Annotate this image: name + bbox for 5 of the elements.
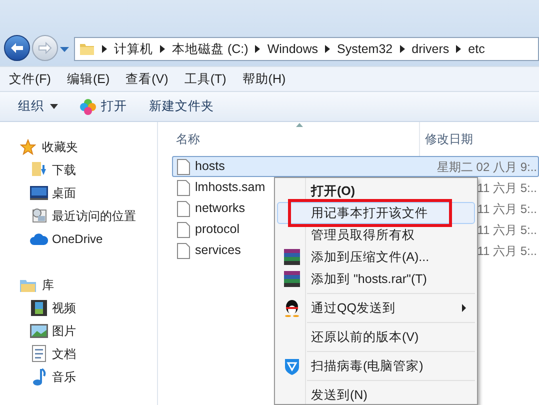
date-cell-text: 11 六月 5:.. [477,200,538,218]
date-cell-text: 11 六月 5:.. [477,222,538,238]
date-cell-text: 星期二 02 八月 9:.. [436,158,538,176]
date-cell-text: 11 六月 5:.. [477,180,538,196]
date-cell-text: 11 六月 5:.. [477,242,538,260]
